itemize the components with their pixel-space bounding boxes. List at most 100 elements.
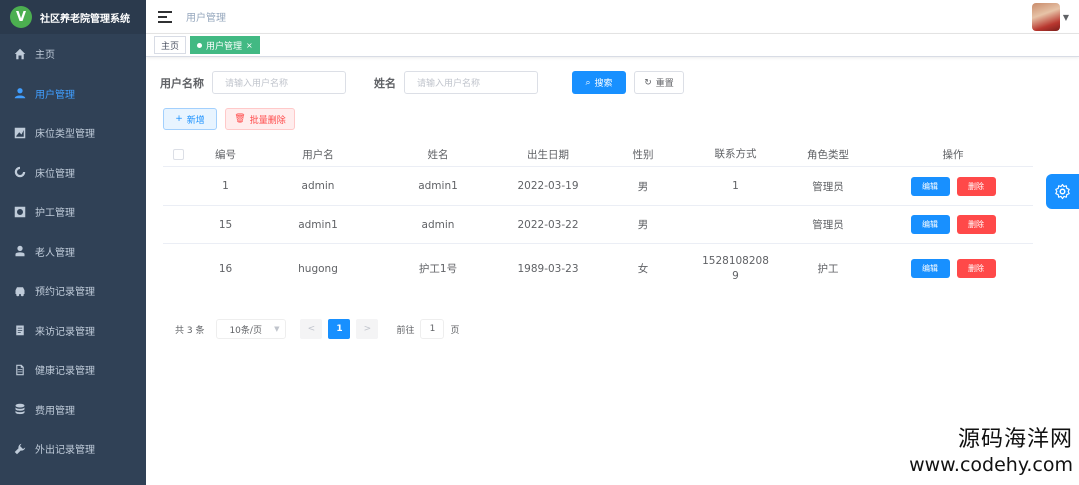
app-logo: V	[10, 6, 32, 28]
sidebar-item-home[interactable]: 主页	[0, 34, 146, 74]
sidebar-item-elders[interactable]: 老人管理	[0, 232, 146, 272]
page-number-1[interactable]: 1	[328, 319, 351, 339]
car-icon	[13, 284, 27, 298]
username-input[interactable]: 请输入用户名称	[212, 71, 346, 94]
page-size-select[interactable]: 10条/页 ▼	[216, 319, 287, 339]
sidebar-item-visits[interactable]: 来访记录管理	[0, 311, 146, 351]
cell-username: admin1	[298, 218, 338, 231]
column-header: 用户名	[302, 148, 334, 161]
sidebar-item-health[interactable]: 健康记录管理	[0, 350, 146, 390]
column-header: 角色类型	[807, 148, 849, 161]
watermark-line-1: 源码海洋网	[957, 427, 1073, 452]
table-row: 1 admin admin1 2022-03-19 男 1 管理员 编辑 删除	[163, 166, 1033, 205]
document-icon	[13, 363, 27, 377]
cell-role: 管理员	[812, 180, 844, 193]
chevron-down-icon: ▼	[274, 325, 280, 333]
edit-button[interactable]: 编辑	[910, 215, 950, 234]
cell-id: 1	[222, 180, 229, 192]
add-button[interactable]: + 新增	[163, 108, 217, 130]
cell-operations: 编辑 删除	[873, 176, 1033, 196]
trash-icon: 🗑	[234, 114, 246, 124]
table-row: 16 hugong 护工1号 1989-03-23 女 1528108208 9 …	[163, 243, 1033, 293]
main-content: 用户名称 请输入用户名称 姓名 请输入用户名称 ⌕ 搜索 ↻ 重置 + 新增 🗑…	[146, 58, 1079, 485]
avatar[interactable]	[1031, 3, 1060, 31]
cell-sex: 男	[637, 180, 649, 193]
page-size-value: 10条/页	[229, 325, 262, 336]
tag-users[interactable]: 用户管理 ×	[190, 36, 260, 54]
caret-down-icon[interactable]: ▼	[1063, 13, 1069, 22]
tag-label: 用户管理	[206, 41, 243, 52]
cell-name: admin1	[418, 180, 458, 192]
cell-sex: 女	[637, 263, 649, 275]
column-header: 操作	[942, 148, 964, 161]
top-navbar: 用户管理 ▼	[146, 0, 1079, 34]
select-all-checkbox[interactable]	[163, 148, 193, 160]
home-icon	[13, 47, 27, 61]
sidebar-menu: 主页 用户管理 床位类型管理 床位管理 护工管理 老人管理 预约记录管理 来访记…	[0, 34, 146, 469]
total-count: 共 3 条	[175, 325, 205, 336]
settings-button[interactable]	[1046, 174, 1079, 209]
edit-button[interactable]: 编辑	[910, 176, 950, 196]
sidebar-item-label: 主页	[35, 50, 55, 62]
watermark: 源码海洋网 www.codehy.com	[909, 427, 1073, 477]
delete-button[interactable]: 删除	[956, 176, 996, 196]
sidebar-item-beds[interactable]: 床位管理	[0, 153, 146, 193]
app-title: 社区养老院管理系统	[40, 13, 130, 25]
sidebar-item-label: 外出记录管理	[35, 445, 95, 457]
cell-phone: 1528108208 9	[688, 254, 783, 284]
next-page-button[interactable]: >	[356, 319, 379, 339]
goto-page-input[interactable]: 1	[420, 319, 445, 339]
tag-home[interactable]: 主页	[154, 36, 187, 54]
user-table: 编号 用户名 姓名 出生日期 性别 联系方式 角色类型 操作 1 admin a…	[163, 142, 1033, 293]
column-header: 编号	[215, 148, 236, 161]
cell-birth: 2022-03-19	[517, 180, 579, 192]
table-row: 15 admin1 admin 2022-03-22 男 管理员 编辑 删除	[163, 205, 1033, 243]
brand: V 社区养老院管理系统	[0, 0, 146, 34]
id-card-icon	[13, 205, 27, 219]
edit-button[interactable]: 编辑	[910, 259, 950, 278]
sidebar-item-label: 老人管理	[35, 247, 75, 259]
delete-button[interactable]: 删除	[956, 259, 996, 278]
sidebar-item-caregivers[interactable]: 护工管理	[0, 192, 146, 232]
plus-icon: +	[175, 114, 183, 124]
column-header: 出生日期	[527, 148, 569, 161]
phone-line: 9	[732, 269, 739, 282]
toolbar: + 新增 🗑 批量删除	[163, 108, 295, 130]
delete-button[interactable]: 删除	[956, 215, 996, 234]
hamburger-menu-icon[interactable]	[158, 10, 172, 23]
prev-page-button[interactable]: <	[300, 319, 323, 339]
sidebar-item-bed-types[interactable]: 床位类型管理	[0, 113, 146, 153]
cell-phone: 1	[688, 179, 783, 194]
sidebar-item-label: 床位管理	[35, 168, 75, 180]
sidebar-item-label: 床位类型管理	[35, 129, 95, 141]
sidebar-item-users[interactable]: 用户管理	[0, 74, 146, 114]
search-icon: ⌕	[585, 77, 591, 88]
active-dot-icon	[197, 42, 203, 48]
close-icon[interactable]: ×	[246, 41, 253, 50]
sidebar-item-label: 来访记录管理	[35, 326, 95, 338]
cell-name: 护工1号	[418, 263, 458, 275]
cell-username: admin	[301, 180, 335, 192]
search-button[interactable]: ⌕ 搜索	[572, 71, 626, 94]
cell-role: 护工	[817, 263, 839, 275]
breadcrumb[interactable]: 用户管理	[186, 9, 226, 24]
tags-view: 主页 用户管理 ×	[146, 34, 1079, 57]
reset-button[interactable]: ↻ 重置	[634, 71, 684, 94]
sidebar-item-fees[interactable]: 费用管理	[0, 390, 146, 430]
sidebar-item-appointments[interactable]: 预约记录管理	[0, 271, 146, 311]
batch-delete-button[interactable]: 🗑 批量删除	[225, 108, 295, 130]
sidebar-item-label: 护工管理	[35, 208, 75, 220]
username-label: 用户名称	[160, 76, 204, 90]
chart-icon	[13, 126, 27, 140]
page-suffix: 页	[450, 325, 460, 336]
sidebar-item-label: 费用管理	[35, 405, 75, 417]
user-menu[interactable]: ▼	[1031, 3, 1069, 31]
column-header: 姓名	[427, 148, 449, 161]
cell-id: 16	[218, 262, 233, 275]
column-header: 性别	[632, 148, 654, 161]
tag-label: 主页	[161, 41, 180, 52]
name-input[interactable]: 请输入用户名称	[404, 71, 538, 94]
sidebar-item-outings[interactable]: 外出记录管理	[0, 429, 146, 469]
name-label: 姓名	[374, 76, 396, 90]
phone-line: 1	[732, 179, 739, 192]
